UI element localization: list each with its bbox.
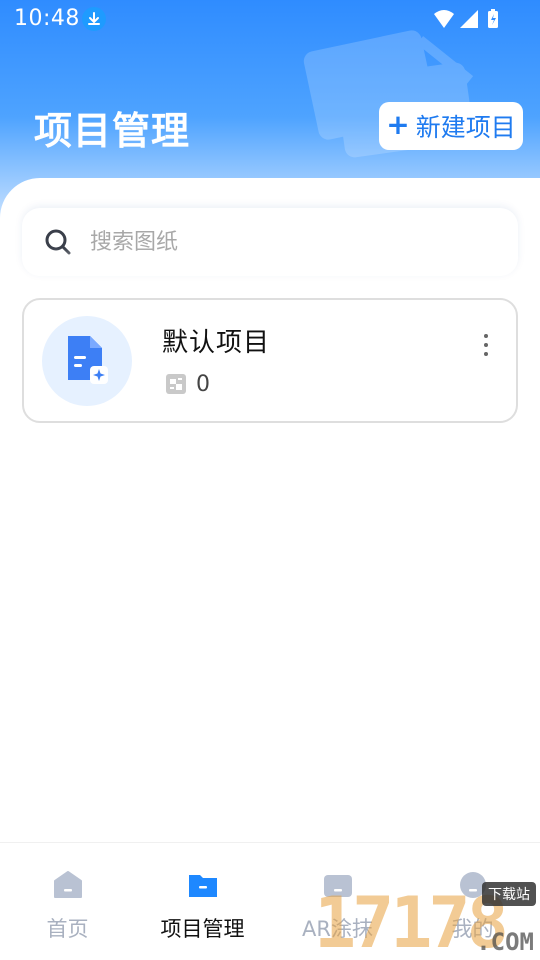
status-icons <box>432 8 502 30</box>
nav-item-home[interactable]: 首页 <box>0 843 135 960</box>
search-bar[interactable] <box>22 208 518 276</box>
wifi-icon <box>434 10 454 28</box>
project-name: 默认项目 <box>162 328 271 358</box>
nav-label-home: 首页 <box>46 917 89 941</box>
drawing-icon <box>166 374 186 394</box>
watermark-logo: 17178 下载站 .COM <box>314 878 540 960</box>
download-notification-icon <box>82 7 106 31</box>
nav-item-projects[interactable]: 项目管理 <box>135 843 270 960</box>
project-card[interactable]: 默认项目 0 <box>22 298 518 423</box>
app-screen: 10:48 项目管理 + 新建项目 搜索图纸 默认项目 0 首页 项目管理 AR… <box>0 0 540 960</box>
drawing-count: 0 <box>196 372 210 397</box>
watermark-badge: 下载站 <box>482 882 536 906</box>
search-fade <box>22 248 518 276</box>
home-icon <box>53 871 82 898</box>
signal-icon <box>460 10 478 28</box>
watermark-suffix: .COM <box>476 928 534 956</box>
project-avatar <box>42 316 132 406</box>
folder-icon <box>188 875 217 897</box>
new-project-label: 新建项目 <box>415 113 516 142</box>
nav-label-projects: 项目管理 <box>160 917 245 941</box>
header-decoration-icon <box>303 30 474 158</box>
battery-icon <box>488 9 498 28</box>
document-icon <box>68 336 108 384</box>
more-options-icon[interactable] <box>476 330 496 360</box>
content-panel <box>0 178 540 878</box>
new-project-button[interactable]: + 新建项目 <box>379 102 523 150</box>
page-title: 项目管理 <box>34 109 191 153</box>
status-bar: 10:48 <box>0 0 540 38</box>
plus-icon: + <box>386 108 410 141</box>
status-time: 10:48 <box>14 6 80 31</box>
